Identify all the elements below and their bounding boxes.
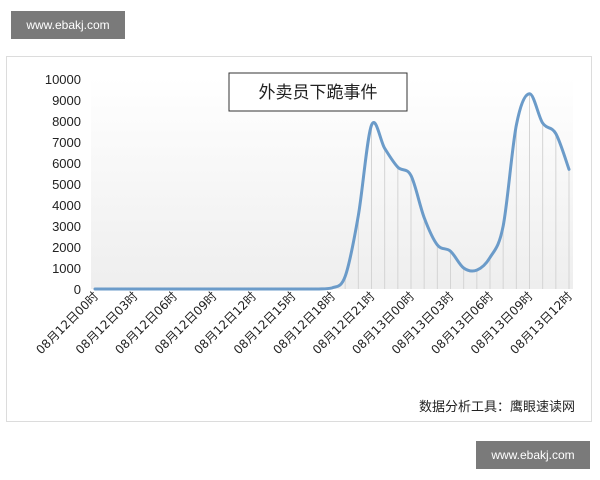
y-tick-label: 4000 <box>52 198 81 213</box>
y-tick-label: 6000 <box>52 156 81 171</box>
chart: 1000090008000700060005000400030002000100… <box>33 72 575 415</box>
chart-title: 外卖员下跪事件 <box>259 83 378 103</box>
y-tick-label: 8000 <box>52 114 81 129</box>
chart-source: 数据分析工具：鹰眼速读网 <box>419 399 575 415</box>
y-tick-label: 9000 <box>52 93 81 108</box>
y-tick-label: 10000 <box>45 72 81 87</box>
y-tick-label: 0 <box>74 282 81 297</box>
y-tick-label: 7000 <box>52 135 81 150</box>
y-axis-ticks: 1000090008000700060005000400030002000100… <box>45 72 81 297</box>
watermark-bottom: www.ebakj.com <box>476 441 590 469</box>
y-tick-label: 2000 <box>52 240 81 255</box>
chart-frame: 10000 9000 8000 7000 6000 5000 4000 3000 2000 100… <box>6 56 592 422</box>
y-tick-label: 3000 <box>52 219 81 234</box>
y-tick-label: 5000 <box>52 177 81 192</box>
y-tick-label: 1000 <box>52 261 81 276</box>
watermark-top: www.ebakj.com <box>11 11 125 39</box>
x-axis-ticks: 08月12日00时08月12日03时08月12日06时08月12日09时08月1… <box>33 289 575 357</box>
